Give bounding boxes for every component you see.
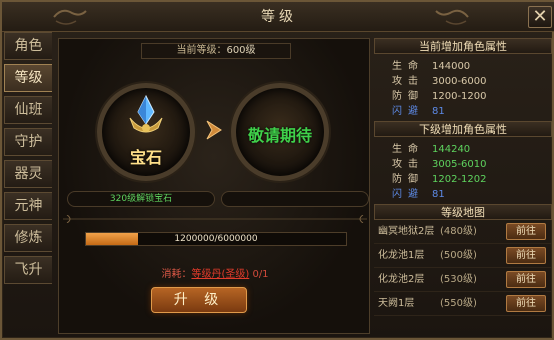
tab-xianban[interactable]: 仙班 (4, 96, 52, 124)
attr-row: 攻击 3000-6000 (392, 74, 552, 89)
attr-key: 防御 (392, 91, 424, 102)
unlock-gem-text: 320级解锁宝石 (67, 191, 215, 207)
current-level-display: 当前等级：600级 (141, 43, 291, 59)
attr-key: 生命 (392, 61, 424, 72)
next-attrs-list: 生命 144240 攻击 3005-6010 防御 1202-1202 闪避 81 (374, 137, 552, 204)
coming-soon-slot: 敬请期待 (231, 83, 329, 181)
attr-value: 3000-6000 (432, 76, 487, 87)
divider-ornament (63, 215, 367, 223)
attr-row: 攻击 3005-6010 (392, 157, 552, 172)
map-row: 幽冥地狱2层 (480级) 前往 (374, 220, 552, 244)
title-bar[interactable]: 等级 ✕ (2, 2, 554, 32)
gem-slot[interactable]: 宝石 (97, 83, 195, 181)
attr-value: 3005-6010 (432, 159, 487, 170)
coming-soon-label: 敬请期待 (247, 126, 312, 145)
cost-amount: 0/1 (252, 269, 269, 280)
attr-value: 1202-1202 (432, 174, 487, 185)
attr-value: 144000 (432, 61, 471, 72)
map-name: 幽冥地狱2层 (378, 226, 435, 237)
level-map-title: 等级地图 (374, 204, 552, 220)
tab-level[interactable]: 等级 (4, 64, 52, 92)
upgrade-button[interactable]: 升 级 (151, 287, 247, 313)
attr-row: 防御 1202-1202 (392, 172, 552, 187)
attr-value: 81 (432, 189, 445, 200)
current-level-value: 600级 (226, 45, 256, 56)
attr-row: 闪避 81 (392, 187, 552, 202)
map-level: (480级) (440, 226, 477, 237)
map-row: 天阙1层 (550级) 前往 (374, 292, 552, 316)
map-name: 化龙池2层 (378, 274, 425, 285)
tab-role[interactable]: 角色 (4, 32, 52, 60)
map-level: (550级) (440, 298, 477, 309)
close-button[interactable]: ✕ (528, 6, 552, 28)
side-tabs: 角色 等级 仙班 守护 器灵 元神 修炼 飞升 (2, 32, 52, 288)
goto-button[interactable]: 前往 (506, 223, 546, 240)
attr-key: 闪避 (392, 106, 424, 117)
map-row: 化龙池1层 (500级) 前往 (374, 244, 552, 268)
current-attrs-list: 生命 144000 攻击 3000-6000 防御 1200-1200 闪避 81 (374, 54, 552, 121)
level-window: 等级 ✕ 角色 等级 仙班 守护 器灵 元神 修炼 飞升 当前等级：600级 宝… (0, 0, 554, 340)
next-attrs-title: 下级增加角色属性 (374, 121, 552, 137)
goto-button[interactable]: 前往 (506, 247, 546, 264)
exp-progress-bar: 1200000/6000000 (85, 232, 347, 246)
attr-key: 攻击 (392, 159, 424, 170)
gem-label: 宝石 (129, 148, 162, 167)
tab-yuanshen[interactable]: 元神 (4, 192, 52, 220)
tab-ascend[interactable]: 飞升 (4, 256, 52, 284)
attr-value: 81 (432, 106, 445, 117)
ornament-right-icon (435, 9, 469, 25)
map-level: (530级) (440, 274, 477, 285)
attr-row: 闪避 81 (392, 104, 552, 119)
cost-line: 消耗：等级丹(圣级) 0/1 (59, 265, 371, 280)
attr-key: 攻击 (392, 76, 424, 87)
current-attrs-title: 当前增加角色属性 (374, 38, 552, 54)
exp-progress-text: 1200000/6000000 (174, 234, 258, 244)
main-panel: 当前等级：600级 宝石 敬请期待 320级解锁宝石 1200000/60000… (58, 38, 370, 334)
attr-row: 防御 1200-1200 (392, 89, 552, 104)
attr-row: 生命 144240 (392, 142, 552, 157)
attr-row: 生命 144000 (392, 59, 552, 74)
attr-key: 防御 (392, 174, 424, 185)
map-name: 化龙池1层 (378, 250, 425, 261)
goto-button[interactable]: 前往 (506, 271, 546, 288)
cost-label: 消耗： (161, 269, 192, 280)
cost-item-link[interactable]: 等级丹(圣级) (191, 269, 249, 280)
tab-cultivation[interactable]: 修炼 (4, 224, 52, 252)
tab-qiling[interactable]: 器灵 (4, 160, 52, 188)
attr-key: 闪避 (392, 189, 424, 200)
tab-guard[interactable]: 守护 (4, 128, 52, 156)
goto-button[interactable]: 前往 (506, 295, 546, 312)
window-title: 等级 (261, 9, 297, 25)
attr-value: 144240 (432, 144, 471, 155)
current-level-label: 当前等级： (176, 45, 227, 56)
map-row: 化龙池2层 (530级) 前往 (374, 268, 552, 292)
map-level: (500级) (440, 250, 477, 261)
unlock-right-text (221, 191, 369, 207)
right-column: 当前增加角色属性 生命 144000 攻击 3000-6000 防御 1200-120… (374, 38, 552, 316)
gem-icon (129, 94, 163, 133)
attr-value: 1200-1200 (432, 91, 487, 102)
level-map-list: 幽冥地狱2层 (480级) 前往 化龙池1层 (500级) 前往 化龙池2层 (… (374, 220, 552, 316)
arrow-right-icon (206, 120, 222, 140)
attr-key: 生命 (392, 144, 424, 155)
map-name: 天阙1层 (378, 298, 415, 309)
